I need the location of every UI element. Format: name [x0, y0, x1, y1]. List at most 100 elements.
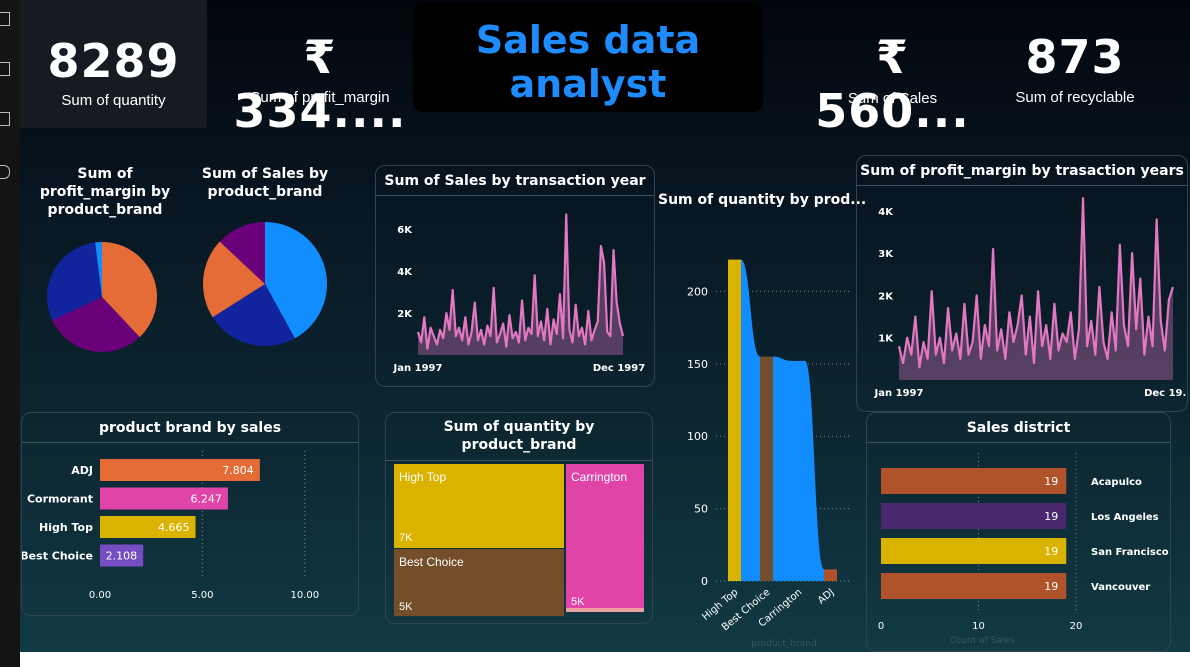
y-tick-label: 150 — [687, 358, 708, 371]
data-label: 7.804 — [222, 464, 254, 477]
line-profit-card[interactable]: Sum of profit_margin by trasaction years… — [856, 155, 1188, 412]
category-label: San Francisco — [1091, 547, 1169, 558]
y-tick-label: 3K — [878, 249, 894, 260]
bar — [881, 503, 1067, 529]
line-profit-title: Sum of profit_margin by trasaction years — [860, 163, 1184, 179]
kpi-profit-label: Sum of profit_margin — [250, 89, 390, 106]
quantity-column-visual[interactable]: Sum of quantity by prod... 0 50 100 150 200 H… — [652, 185, 867, 652]
category-label: Los Angeles — [1091, 512, 1159, 523]
treemap-title-line: Sum of quantity by — [443, 419, 595, 435]
x-axis-label: Count of Sales — [949, 636, 1014, 646]
pie-profit-title: Sum of profit_margin by product_brand — [30, 165, 180, 219]
x-axis-label: product_brand — [751, 639, 816, 649]
x-tick-label: Dec 1997 — [593, 363, 645, 374]
brand-sales-card[interactable]: product brand by sales 0.00 5.00 10.00 ADJ 7… — [21, 412, 359, 616]
kpi-recyclable-value: 873 — [1025, 30, 1125, 84]
x-tick-label: Jan 1997 — [874, 388, 924, 399]
y-tick-label: 100 — [687, 430, 708, 443]
treemap-title-line: product_brand — [461, 437, 577, 453]
y-tick-label: 6K — [397, 225, 413, 236]
treemap-cell-best-choice[interactable]: Best Choice 5K — [394, 549, 564, 616]
treemap-cell-carrington[interactable]: Carrington 5K — [566, 464, 645, 612]
table-icon[interactable] — [0, 62, 10, 76]
ribbon — [773, 356, 792, 581]
kpi-card-profit: ₹ 334.... Sum of profit_margin — [225, 0, 415, 138]
treemap-value: 5K — [399, 601, 413, 613]
quantity-column-chart[interactable]: 050100150200High TopBest ChoiceCarringto… — [652, 215, 852, 652]
kpi-profit-value: ₹ 334.... — [233, 30, 407, 138]
line-sales-card[interactable]: Sum of Sales by transaction year 2K 4K 6K J… — [375, 165, 655, 387]
pie-profit-title-line: Sum of — [77, 166, 133, 182]
kpi-card-sales: ₹ 560... Sum of Sales — [795, 0, 990, 138]
pie-sales-visual[interactable]: Sum of Sales by product_brand — [195, 165, 355, 355]
data-label: 19 — [1044, 580, 1058, 593]
treemap-value: 7K — [399, 532, 413, 544]
district-card[interactable]: Sales district 0 10 20 19 Acapulco 19 Los Ange… — [866, 412, 1171, 652]
x-tick-label: Jan 1997 — [393, 363, 443, 374]
y-tick-label: 200 — [687, 285, 708, 298]
treemap-value: 5K — [571, 596, 585, 608]
model-icon[interactable] — [0, 112, 10, 126]
dax-icon[interactable] — [0, 165, 10, 179]
report-canvas: 8289 Sum of quantity ₹ 334.... Sum of pr… — [20, 0, 1190, 652]
brand-sales-title: product brand by sales — [98, 420, 282, 436]
data-label: 2.108 — [106, 550, 138, 563]
page-icon[interactable] — [0, 12, 10, 26]
y-tick-label: 4K — [397, 267, 413, 278]
treemap-cell-carrington-fill — [566, 464, 644, 608]
series-line — [416, 213, 625, 350]
kpi-card-quantity: 8289 Sum of quantity — [20, 0, 207, 128]
category-label: High Top — [39, 521, 93, 534]
x-tick-label: Dec 19... — [1144, 388, 1187, 399]
x-tick-label: 0.00 — [89, 590, 111, 601]
pie-sales-chart[interactable] — [201, 220, 329, 348]
y-tick-label: 0 — [701, 575, 708, 588]
treemap-label: Best Choice — [399, 555, 464, 569]
pie-profit-title-line: product_brand — [47, 202, 163, 218]
x-tick-label: 10 — [972, 621, 985, 632]
treemap-cell-high-top[interactable]: High Top 7K — [394, 464, 566, 548]
series-area — [899, 198, 1173, 380]
category-label: Cormorant — [27, 493, 93, 506]
category-label: Vancouver — [1091, 582, 1150, 593]
kpi-sales-value: ₹ 560... — [815, 30, 970, 138]
category-label: Best Choice — [22, 550, 93, 563]
district-title: Sales district — [966, 420, 1071, 436]
category-label: ADJ — [71, 464, 93, 477]
line-sales-title: Sum of Sales by transaction year — [384, 173, 646, 189]
pie-profit-chart[interactable] — [40, 235, 165, 360]
x-tick-label: 0 — [878, 621, 884, 632]
brand-sales-chart[interactable]: 0.00 5.00 10.00 ADJ 7.804 Cormorant 6.247 High … — [22, 443, 358, 615]
y-tick-label: 2K — [878, 291, 894, 302]
pie-sales-title-line: product_brand — [207, 184, 323, 200]
data-label: 6.247 — [190, 493, 222, 506]
treemap-card[interactable]: Sum of quantity by product_brand High To… — [385, 412, 653, 624]
dashboard-title-card: Sales data analyst — [413, 2, 763, 112]
treemap-label: High Top — [399, 470, 447, 484]
ribbon — [805, 360, 824, 581]
kpi-quantity-value: 8289 — [47, 34, 180, 88]
data-label: 19 — [1044, 475, 1058, 488]
bar — [881, 538, 1067, 564]
dashboard-title: Sales data analyst — [475, 18, 701, 106]
line-profit-chart[interactable]: 1K 2K 3K 4K Jan 1997 Dec 19... — [857, 186, 1187, 411]
bar — [881, 468, 1067, 494]
line-sales-chart[interactable]: 2K 4K 6K Jan 1997 Dec 1997 — [376, 196, 654, 386]
treemap-title: Sum of quantity by product_brand — [386, 418, 652, 454]
column — [824, 569, 837, 581]
pie-profit-visual[interactable]: Sum of profit_margin by product_brand — [30, 165, 190, 355]
card-divider — [386, 460, 652, 461]
ribbon — [741, 259, 760, 581]
column — [728, 259, 741, 581]
district-chart[interactable]: 0 10 20 19 Acapulco 19 Los Angeles 19 San Franci… — [867, 443, 1170, 651]
kpi-recyclable-label: Sum of recyclable — [1015, 89, 1135, 106]
kpi-card-recyclable: 873 Sum of recyclable — [995, 0, 1155, 128]
data-label: 19 — [1044, 510, 1058, 523]
y-tick-label: 1K — [878, 334, 894, 345]
left-toolbar — [0, 0, 20, 667]
y-tick-label: 50 — [694, 503, 708, 516]
quantity-column-title: Sum of quantity by prod... — [658, 192, 867, 208]
treemap-cell-small — [566, 608, 644, 612]
y-tick-label: 2K — [397, 309, 413, 320]
data-label: 19 — [1044, 545, 1058, 558]
